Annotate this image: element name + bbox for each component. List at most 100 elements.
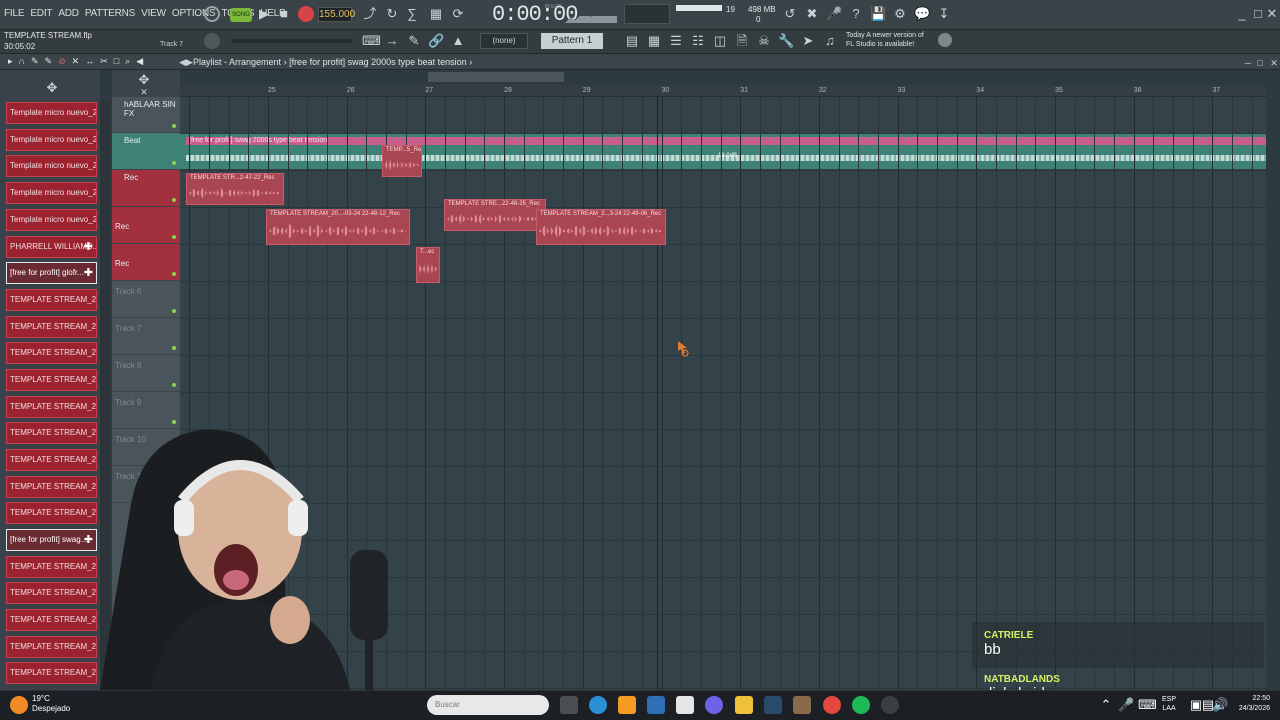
- track-led-icon[interactable]: [172, 346, 176, 350]
- spotify-icon[interactable]: [852, 696, 870, 714]
- fl-studio-icon[interactable]: [618, 696, 636, 714]
- draw-icon[interactable]: ✎: [31, 56, 39, 67]
- chat-icon[interactable]: 💬: [914, 6, 930, 22]
- playback-icon[interactable]: ◀: [136, 56, 143, 67]
- minimize-icon[interactable]: _: [1234, 6, 1250, 22]
- audio-settings-icon[interactable]: ♫: [822, 33, 838, 49]
- obs-icon[interactable]: [881, 696, 899, 714]
- master-pitch-slider[interactable]: [232, 39, 352, 43]
- stop-icon[interactable]: ■: [276, 6, 292, 22]
- tempo-tap-icon[interactable]: ➤: [800, 33, 816, 49]
- beat-audio-clip[interactable]: [free for profit] swag 2000s type beat t…: [186, 137, 1266, 145]
- magnet-icon[interactable]: ∩: [19, 56, 25, 67]
- browser-item[interactable]: TEMPLATE STREAM_2026-...: [6, 316, 97, 338]
- file-explorer-icon[interactable]: [735, 696, 753, 714]
- audio-clip[interactable]: TEMPLATE STREAM_2...3-24 22-49-06_Rec: [536, 209, 666, 245]
- song-mode-button[interactable]: SONG: [230, 8, 252, 22]
- browser-item[interactable]: TEMPLATE STREAM_2026-...: [6, 449, 97, 471]
- browser-item[interactable]: TEMPLATE STREAM_2026-...: [6, 289, 97, 311]
- play-icon[interactable]: ▶: [256, 6, 272, 22]
- audio-clip[interactable]: TEMP...5_Rec: [382, 145, 422, 177]
- loop-record-icon[interactable]: ↻: [384, 6, 400, 22]
- track-led-icon[interactable]: [172, 161, 176, 165]
- track-led-icon[interactable]: [172, 235, 176, 239]
- steam-icon[interactable]: [764, 696, 782, 714]
- browser-item[interactable]: TEMPLATE STREAM_2...: [6, 582, 97, 604]
- update-hint[interactable]: Today A newer version of FL Studio is av…: [846, 31, 936, 49]
- browser-item[interactable]: TEMPLATE STREAM_2026-...: [6, 476, 97, 498]
- track-header[interactable]: Track 8: [112, 355, 180, 392]
- audio-clip[interactable]: TEMPLATE STREAM_20...-03-24 22-48-12_Rec: [266, 209, 410, 245]
- track-led-icon[interactable]: [172, 383, 176, 387]
- tray-up-icon[interactable]: ⌃: [1098, 697, 1114, 713]
- track-led-icon[interactable]: [172, 198, 176, 202]
- chrome-icon[interactable]: [823, 696, 841, 714]
- track-close-icon[interactable]: ✕: [136, 84, 152, 100]
- arrow-right-icon[interactable]: →: [384, 33, 400, 49]
- playlist-breadcrumb[interactable]: [free for profit] swag 2000s type beat t…: [289, 57, 467, 67]
- menu-add[interactable]: ADD: [58, 8, 79, 19]
- paint-icon[interactable]: ✎: [45, 56, 53, 67]
- loop-icon[interactable]: ⟳: [450, 6, 466, 22]
- cut-icon[interactable]: ✖: [804, 6, 820, 22]
- browser-item[interactable]: TEMPLATE STREAM_2026-...: [6, 396, 97, 418]
- stamp-icon[interactable]: ▲: [450, 33, 466, 49]
- plugin-picker-icon[interactable]: ☠: [756, 33, 772, 49]
- weather-icon[interactable]: [10, 696, 28, 714]
- refresh-icon[interactable]: ↺: [782, 6, 798, 22]
- mixer-icon[interactable]: ☷: [690, 33, 706, 49]
- track-header[interactable]: Track 6: [112, 281, 180, 318]
- discord-icon[interactable]: [705, 696, 723, 714]
- track-led-icon[interactable]: [172, 309, 176, 313]
- browser-item[interactable]: TEMPLATE STREAM_2026-...: [6, 502, 97, 524]
- browser-item[interactable]: [free for profit] glofr... ✚: [6, 262, 97, 284]
- slip-icon[interactable]: ↔: [85, 56, 94, 67]
- playlist-icon[interactable]: ▤: [624, 33, 640, 49]
- piano-roll-icon[interactable]: ▦: [646, 33, 662, 49]
- browser-icon[interactable]: ◫: [712, 33, 728, 49]
- app-icon[interactable]: [793, 696, 811, 714]
- save-icon[interactable]: 💾: [870, 6, 886, 22]
- plus-icon[interactable]: ✚: [84, 237, 93, 257]
- weather-widget[interactable]: 19°C Despejado: [32, 694, 70, 714]
- help-icon[interactable]: ?: [848, 6, 864, 22]
- metronome-icon[interactable]: ⤴: [362, 6, 378, 22]
- menu-arrow-icon[interactable]: ▸: [8, 56, 13, 67]
- pattern-selector[interactable]: Pattern 1: [541, 33, 603, 49]
- menu-edit[interactable]: EDIT: [30, 8, 52, 19]
- track-header[interactable]: Rec: [112, 207, 180, 244]
- browser-item[interactable]: Template micro nuevo_2...: [6, 129, 97, 151]
- project-icon[interactable]: 🗎: [734, 33, 750, 49]
- browser-item[interactable]: Template micro nuevo_2...: [6, 209, 97, 231]
- browser-item[interactable]: TEMPLATE STREAM_20...: [6, 609, 97, 631]
- browser-item[interactable]: TEMPLATE STREAM_2026-...: [6, 342, 97, 364]
- vs-icon[interactable]: [647, 696, 665, 714]
- menu-patterns[interactable]: PATTERNS: [85, 8, 135, 19]
- playlist-close-icon[interactable]: ✕: [1266, 55, 1280, 71]
- snap-select[interactable]: (none): [480, 33, 528, 49]
- track-header[interactable]: Track 7: [112, 318, 180, 355]
- audio-clip[interactable]: T...ec: [416, 247, 440, 283]
- download-icon[interactable]: ↧: [936, 6, 952, 22]
- tray-keyboard-icon[interactable]: ⌨: [1138, 697, 1157, 713]
- mute-icon[interactable]: ✕: [72, 56, 80, 67]
- zoom-icon[interactable]: ⌕: [125, 56, 130, 67]
- browser-item[interactable]: Template micro nuevo_2...: [6, 102, 97, 124]
- timeline-ruler[interactable]: 25 26 27 28 29 30 31 32 33 34 35 36 37: [180, 85, 1266, 97]
- browser-move-icon[interactable]: ✥: [44, 80, 60, 96]
- master-pitch-knob-icon[interactable]: [204, 33, 220, 49]
- delete-icon[interactable]: ⊘: [58, 56, 66, 67]
- microphone-icon[interactable]: 🎤: [826, 6, 842, 22]
- link-icon[interactable]: 🔗: [428, 33, 444, 49]
- language-indicator[interactable]: ESP LAA: [1162, 695, 1176, 713]
- browser-item[interactable]: TEMPLATE STREAM_2026-...: [6, 662, 97, 684]
- track-header[interactable]: hABLAAR SIN FX: [112, 97, 180, 133]
- taskbar-search[interactable]: Buscar: [427, 695, 549, 715]
- select-icon[interactable]: □: [114, 56, 119, 67]
- update-globe-icon[interactable]: [938, 33, 952, 47]
- tempo-display[interactable]: 155.000: [318, 7, 355, 22]
- time-display[interactable]: 0:00:00: [492, 2, 578, 27]
- plus-icon[interactable]: ✚: [84, 263, 93, 283]
- tray-mic-icon[interactable]: 🎤: [1118, 697, 1134, 713]
- menu-view[interactable]: VIEW: [141, 8, 166, 19]
